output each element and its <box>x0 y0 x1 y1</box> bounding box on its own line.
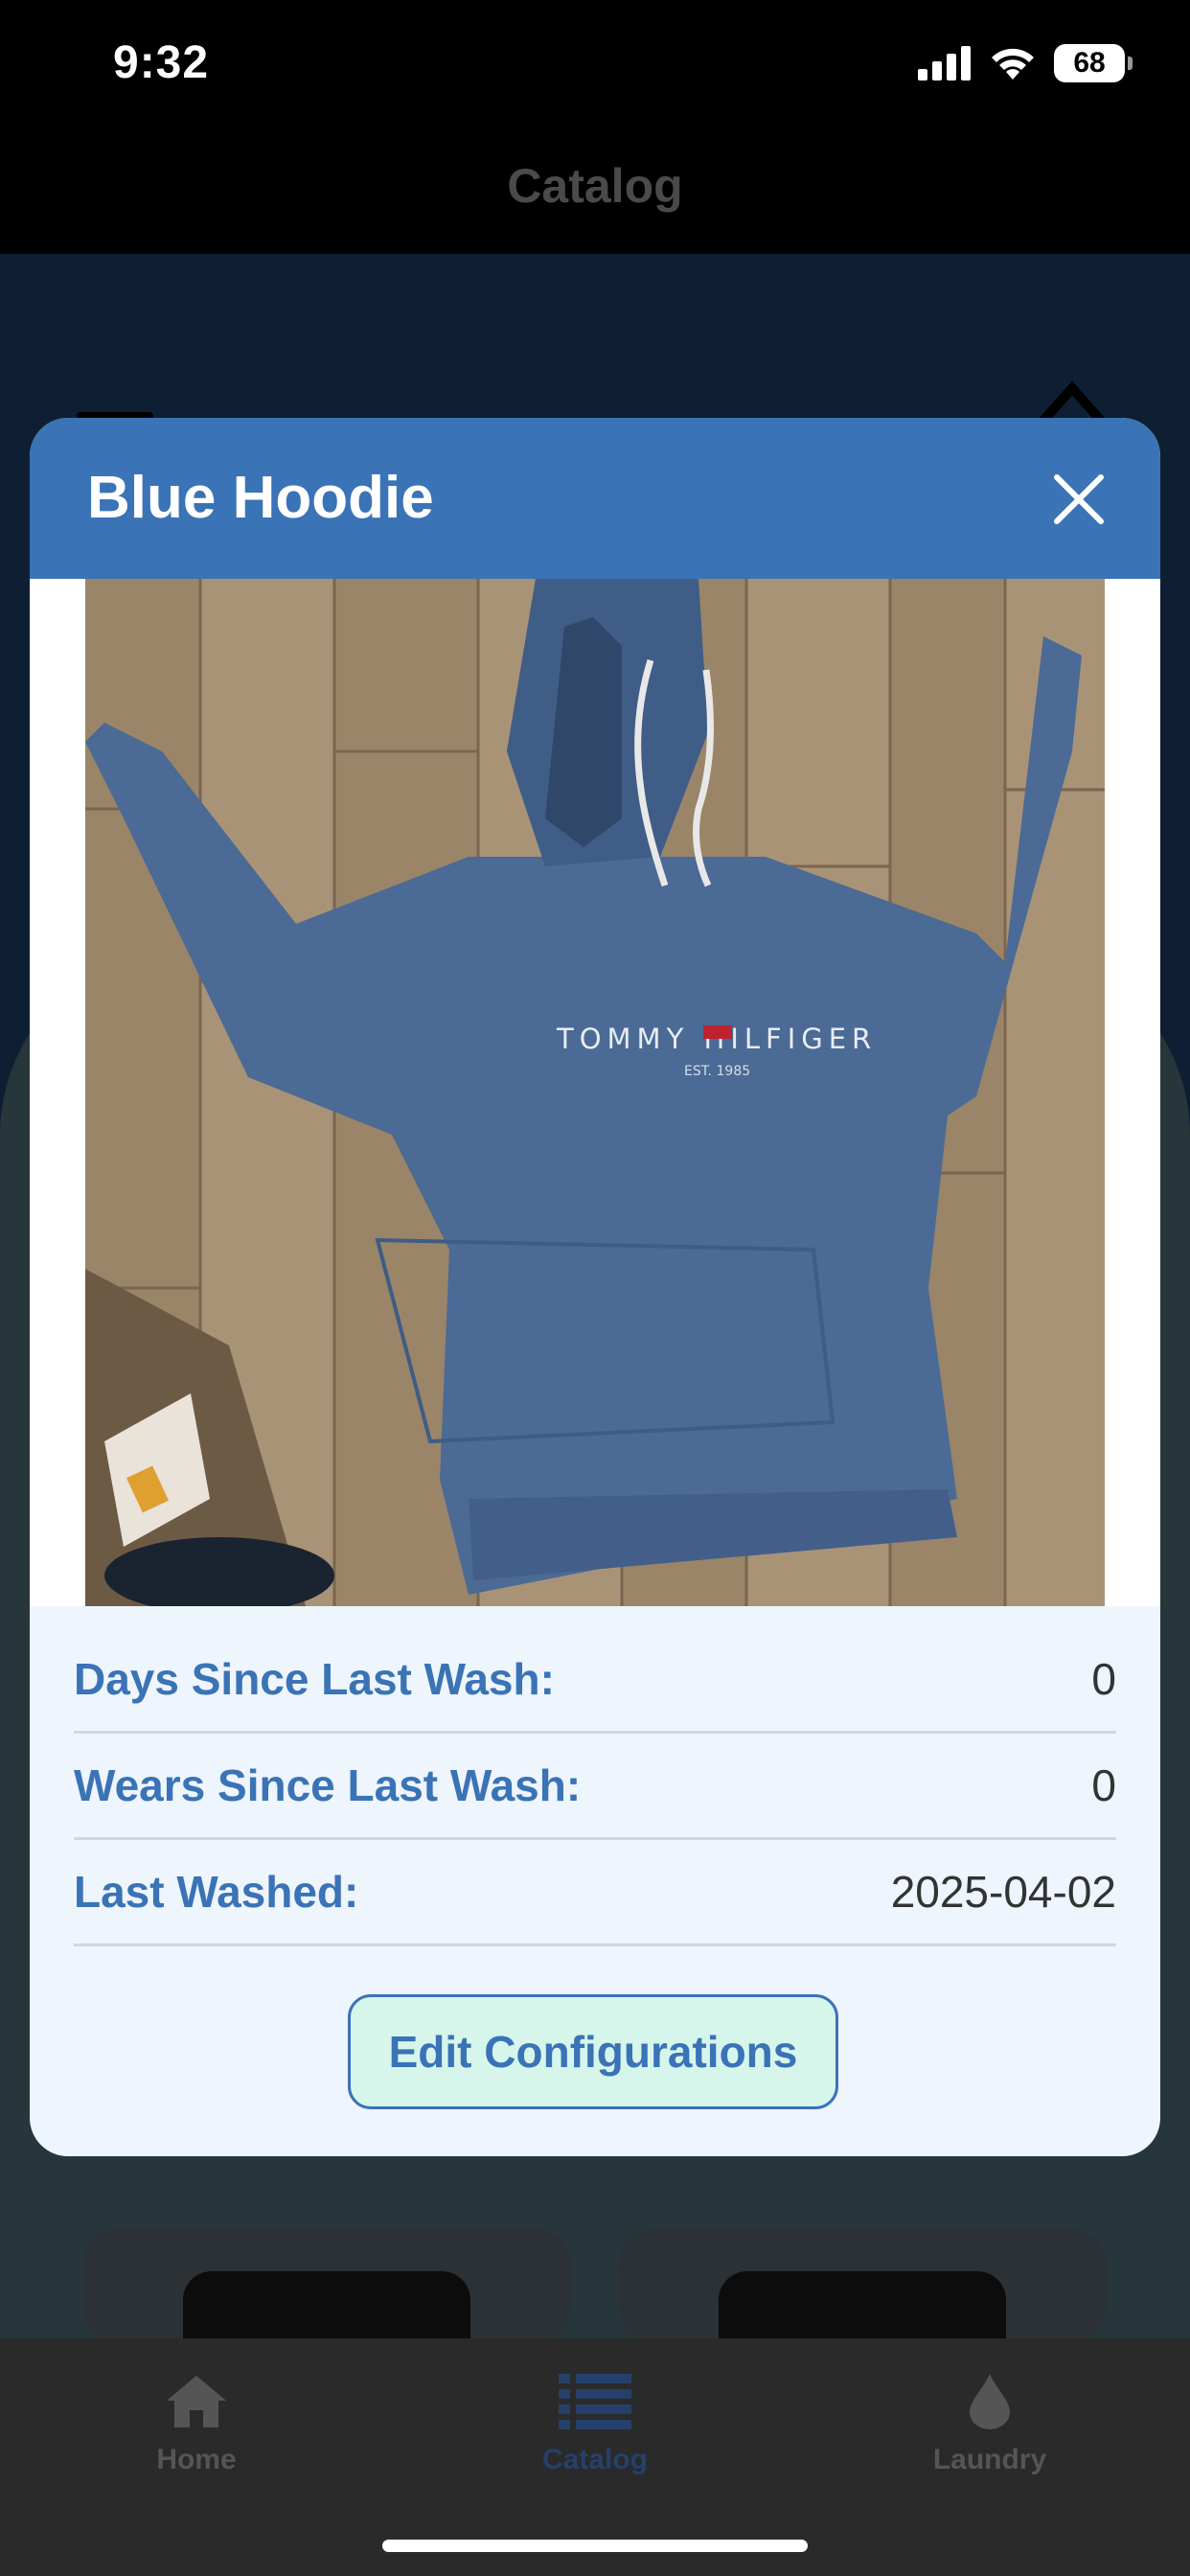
tab-label: Home <box>156 2444 237 2475</box>
catalog-card-thumbnail <box>183 2271 470 2338</box>
status-bar: 9:32 68 <box>0 0 1190 129</box>
catalog-card-thumbnail <box>719 2271 1006 2338</box>
stat-label: Last Washed: <box>74 1867 359 1917</box>
stat-value: 2025-04-02 <box>890 1867 1116 1917</box>
signal-icon <box>918 46 971 80</box>
hoodie-est-text: EST. 1985 <box>684 1064 750 1079</box>
battery-indicator: 68 <box>1054 44 1133 82</box>
home-indicator[interactable] <box>382 2540 808 2552</box>
item-detail-modal: Blue Hoodie TOMMY HILFIGER EST. 1985 Day… <box>30 418 1160 2156</box>
stat-value: 0 <box>1091 1760 1116 1810</box>
list-icon <box>559 2374 631 2429</box>
stat-label: Days Since Last Wash: <box>74 1654 555 1704</box>
nav-bar: Catalog <box>0 129 1190 254</box>
catalog-card <box>618 2228 1107 2338</box>
stat-row-last-washed: Last Washed: 2025-04-02 <box>74 1840 1116 1946</box>
tab-label: Laundry <box>932 2444 1047 2475</box>
modal-title: Blue Hoodie <box>87 465 434 531</box>
tab-label: Catalog <box>541 2444 648 2475</box>
stat-row-days-since-wash: Days Since Last Wash: 0 <box>74 1627 1116 1734</box>
modal-header: Blue Hoodie <box>30 418 1160 579</box>
stat-label: Wears Since Last Wash: <box>74 1760 582 1810</box>
wifi-icon <box>992 48 1034 80</box>
tab-home[interactable]: Home <box>72 2367 321 2476</box>
close-icon[interactable] <box>1047 468 1110 531</box>
stat-row-wears-since-wash: Wears Since Last Wash: 0 <box>74 1734 1116 1840</box>
edit-configurations-button[interactable]: Edit Configurations <box>348 1994 838 2109</box>
house-icon <box>167 2376 226 2427</box>
wash-stats: Days Since Last Wash: 0 Wears Since Last… <box>74 1627 1116 1946</box>
nav-title: Catalog <box>507 159 683 213</box>
tab-laundry[interactable]: Laundry <box>865 2367 1114 2476</box>
catalog-card <box>82 2228 571 2338</box>
drop-icon <box>970 2374 1010 2429</box>
tab-catalog[interactable]: Catalog <box>470 2367 720 2476</box>
item-photo: TOMMY HILFIGER EST. 1985 <box>85 579 1105 1606</box>
item-photo-frame: TOMMY HILFIGER EST. 1985 <box>30 579 1160 1606</box>
status-icons: 68 <box>918 42 1133 84</box>
stat-value: 0 <box>1091 1654 1116 1704</box>
status-time: 9:32 <box>113 37 210 88</box>
